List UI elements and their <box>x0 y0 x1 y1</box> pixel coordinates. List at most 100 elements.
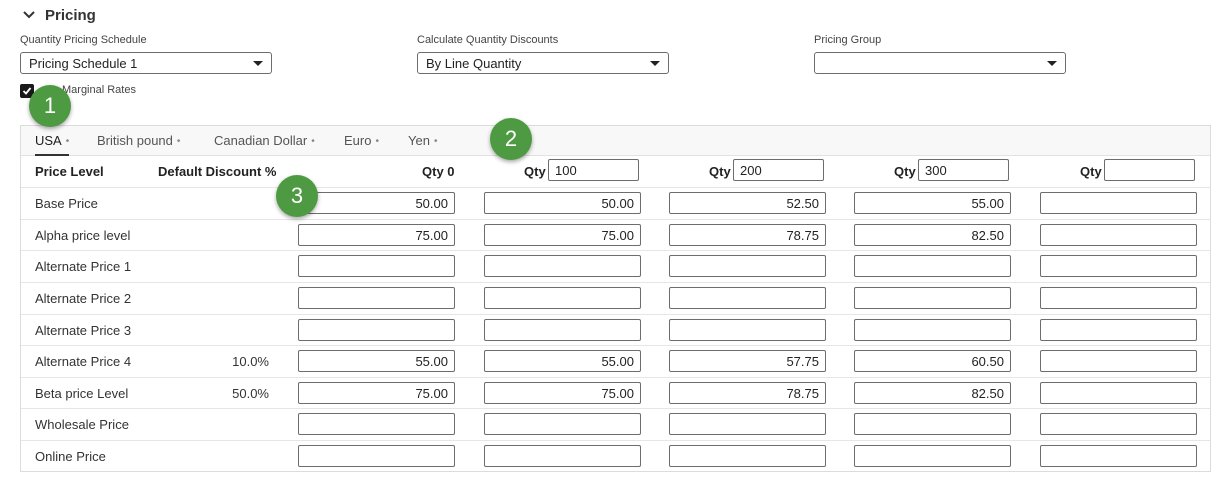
price-input[interactable] <box>484 319 641 341</box>
price-input[interactable] <box>298 287 455 309</box>
price-input[interactable] <box>298 382 455 404</box>
price-input[interactable] <box>1040 224 1197 246</box>
tab-label: USA <box>35 133 62 148</box>
price-input[interactable] <box>298 192 455 214</box>
price-level-label: Base Price <box>35 196 98 211</box>
qty-header: Qty <box>709 164 731 179</box>
price-input[interactable] <box>854 382 1011 404</box>
price-input[interactable] <box>669 445 826 467</box>
price-level-label: Alternate Price 4 <box>35 354 132 369</box>
price-input[interactable] <box>298 319 455 341</box>
price-level-label: Wholesale Price <box>35 417 129 432</box>
tab-label: British pound <box>97 133 173 148</box>
chevron-down-icon[interactable] <box>22 8 36 22</box>
calculate-quantity-discounts-value: By Line Quantity <box>426 56 522 71</box>
price-input[interactable] <box>854 319 1011 341</box>
qty-input[interactable] <box>733 159 824 181</box>
caret-down-icon <box>1047 61 1057 66</box>
currency-tab-bar: USA • British pound • Canadian Dollar • Eur… <box>21 126 1210 156</box>
price-input[interactable] <box>298 413 455 435</box>
tab-british-pound[interactable]: British pound • <box>97 126 180 156</box>
price-input[interactable] <box>484 224 641 246</box>
caret-down-icon <box>650 61 660 66</box>
price-input[interactable] <box>669 287 826 309</box>
price-input[interactable] <box>854 445 1011 467</box>
price-input[interactable] <box>1040 319 1197 341</box>
price-input[interactable] <box>669 413 826 435</box>
price-input[interactable] <box>484 445 641 467</box>
price-input[interactable] <box>854 224 1011 246</box>
price-input[interactable] <box>484 192 641 214</box>
price-input[interactable] <box>298 255 455 277</box>
pricing-panel: USA • British pound • Canadian Dollar • Eur… <box>20 125 1211 472</box>
tab-label: Euro <box>344 133 372 148</box>
price-level-label: Alternate Price 1 <box>35 259 132 274</box>
price-input[interactable] <box>854 413 1011 435</box>
qty-header: Qty <box>1080 164 1102 179</box>
price-row-alternate-price-4: Alternate Price 4 10.0% <box>21 345 1210 376</box>
price-input[interactable] <box>669 350 826 372</box>
price-input[interactable] <box>669 319 826 341</box>
pricing-group-select[interactable] <box>814 52 1066 74</box>
price-input[interactable] <box>298 224 455 246</box>
price-input[interactable] <box>1040 413 1197 435</box>
price-input[interactable] <box>1040 192 1197 214</box>
price-input[interactable] <box>854 255 1011 277</box>
price-input[interactable] <box>298 350 455 372</box>
price-input[interactable] <box>1040 382 1197 404</box>
tab-dot: • <box>433 136 438 147</box>
price-input[interactable] <box>484 287 641 309</box>
price-row-alternate-price-2: Alternate Price 2 <box>21 282 1210 313</box>
price-input[interactable] <box>854 287 1011 309</box>
price-level-label: Online Price <box>35 449 106 464</box>
tab-dot: • <box>311 136 315 147</box>
pricing-section-header[interactable]: Pricing <box>22 5 96 25</box>
default-discount-header: Default Discount % <box>158 164 277 179</box>
tab-euro[interactable]: Euro • <box>344 126 379 156</box>
qty-input[interactable] <box>548 159 639 181</box>
tab-canadian-dollar[interactable]: Canadian Dollar • <box>214 126 315 156</box>
qty-input[interactable] <box>918 159 1009 181</box>
price-row-alternate-price-3: Alternate Price 3 <box>21 314 1210 345</box>
price-level-header: Price Level <box>35 164 104 179</box>
price-input[interactable] <box>669 224 826 246</box>
price-input[interactable] <box>1040 350 1197 372</box>
price-input[interactable] <box>854 192 1011 214</box>
price-input[interactable] <box>484 350 641 372</box>
callout-marker-2: 2 <box>490 118 532 160</box>
quantity-pricing-schedule-label: Quantity Pricing Schedule <box>20 34 147 46</box>
price-input[interactable] <box>484 255 641 277</box>
caret-down-icon <box>253 61 263 66</box>
price-level-label: Alternate Price 2 <box>35 291 132 306</box>
pricing-group-label: Pricing Group <box>814 34 882 46</box>
qty-header: Qty <box>524 164 546 179</box>
price-input[interactable] <box>669 255 826 277</box>
tab-dot: • <box>375 136 379 147</box>
price-input[interactable] <box>1040 255 1197 277</box>
price-input[interactable] <box>298 445 455 467</box>
price-input[interactable] <box>484 413 641 435</box>
qty-0-header: Qty 0 <box>422 164 455 179</box>
price-input[interactable] <box>669 382 826 404</box>
qty-header: Qty <box>894 164 916 179</box>
price-input[interactable] <box>1040 287 1197 309</box>
checkmark-icon <box>22 87 32 95</box>
price-input[interactable] <box>484 382 641 404</box>
qty-input[interactable] <box>1104 159 1195 181</box>
callout-marker-3: 3 <box>276 175 318 217</box>
tab-label: Canadian Dollar <box>214 133 308 148</box>
tab-yen[interactable]: Yen • <box>408 126 437 156</box>
price-input[interactable] <box>1040 445 1197 467</box>
tab-usa[interactable]: USA • <box>35 126 70 156</box>
price-input[interactable] <box>669 192 826 214</box>
calculate-quantity-discounts-select[interactable]: By Line Quantity <box>417 52 669 74</box>
quantity-pricing-schedule-value: Pricing Schedule 1 <box>29 56 138 71</box>
section-title: Pricing <box>45 6 96 24</box>
default-discount-value: 10.0% <box>232 354 269 369</box>
price-row-alpha-price-level: Alpha price level <box>21 219 1210 250</box>
calculate-quantity-discounts-label: Calculate Quantity Discounts <box>417 34 559 46</box>
price-input[interactable] <box>854 350 1011 372</box>
price-row-beta-price-level: Beta price Level 50.0% <box>21 377 1210 408</box>
price-level-label: Alternate Price 3 <box>35 323 132 338</box>
quantity-pricing-schedule-select[interactable]: Pricing Schedule 1 <box>20 52 272 74</box>
